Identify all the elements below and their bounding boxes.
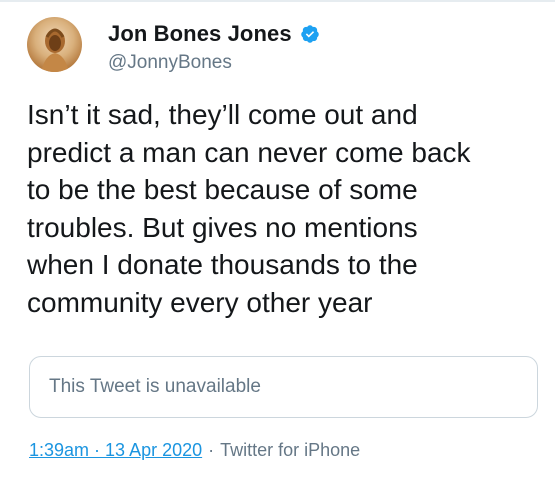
user-handle[interactable]: @JonnyBones xyxy=(108,52,320,74)
quoted-tweet-unavailable-text: This Tweet is unavailable xyxy=(49,376,261,397)
tweet-meta: 1:39am · 13 Apr 2020 · Twitter for iPhon… xyxy=(29,440,360,461)
name-row: Jon Bones Jones xyxy=(108,20,320,48)
tweet-timestamp-link[interactable]: 1:39am · 13 Apr 2020 xyxy=(29,440,202,461)
author-block: Jon Bones Jones @JonnyBones xyxy=(108,20,320,74)
tweet-source: Twitter for iPhone xyxy=(220,440,361,460)
avatar-photo xyxy=(41,28,69,72)
verified-badge-icon xyxy=(300,25,319,43)
tweet-card: Jon Bones Jones @JonnyBones Isn’t it sad… xyxy=(0,0,555,497)
avatar[interactable] xyxy=(27,17,82,72)
quoted-tweet-card[interactable]: This Tweet is unavailable xyxy=(29,356,538,418)
tweet-text: Isn’t it sad, they’ll come out and predi… xyxy=(27,99,471,318)
meta-separator: · xyxy=(208,440,215,460)
display-name[interactable]: Jon Bones Jones xyxy=(108,21,292,47)
